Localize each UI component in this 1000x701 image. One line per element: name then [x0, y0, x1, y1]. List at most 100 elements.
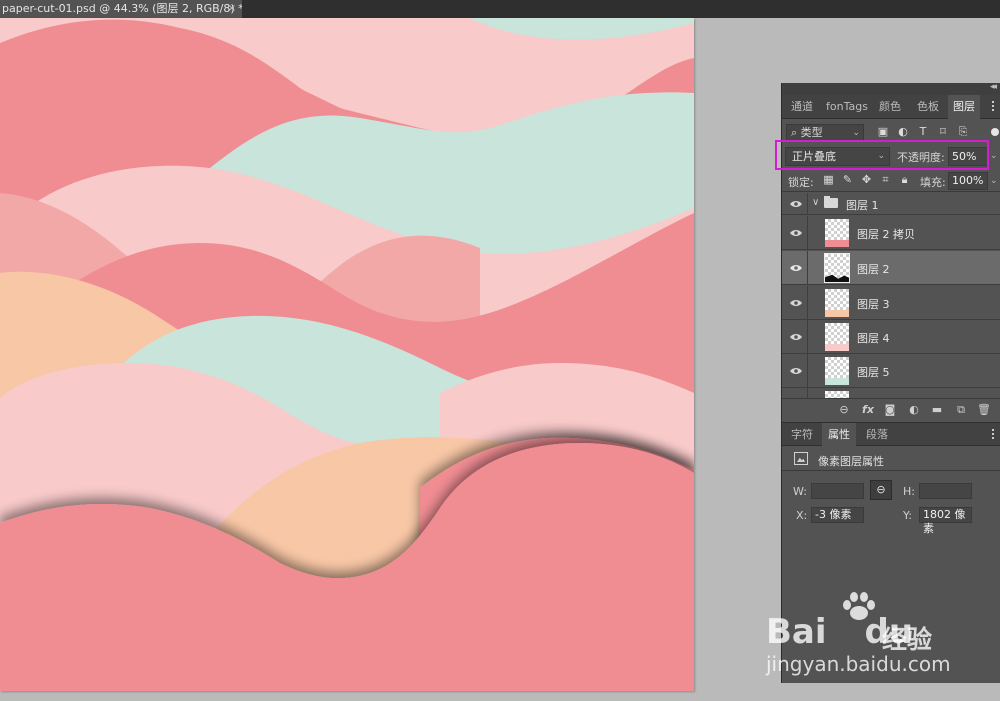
- eye-icon[interactable]: [782, 286, 808, 319]
- document-tab-title: paper-cut-01.psd @ 44.3% (图层 2, RGB/8) *: [2, 2, 242, 15]
- folder-icon[interactable]: ▬: [930, 403, 944, 416]
- tab-properties[interactable]: 属性: [822, 423, 856, 447]
- panel-menu-icon[interactable]: [989, 427, 997, 441]
- panel-top-strip: ◂◂: [782, 82, 1000, 95]
- width-label: W:: [793, 485, 807, 498]
- layer-name: 图层 4: [857, 332, 890, 345]
- search-icon: ⌕: [791, 126, 801, 139]
- lock-position-icon[interactable]: ✥: [860, 173, 873, 187]
- type-filter-icon[interactable]: T: [916, 125, 930, 139]
- layer-row[interactable]: 图层 4: [782, 320, 1000, 354]
- fill-label: 填充:: [920, 176, 946, 189]
- properties-panel-tabs: 字符 属性 段落: [782, 422, 1000, 447]
- layer-row-partial[interactable]: [782, 388, 1000, 398]
- eye-icon[interactable]: [782, 216, 808, 249]
- tab-layers[interactable]: 图层: [948, 95, 980, 119]
- link-dimensions-icon[interactable]: ⊖: [870, 480, 892, 500]
- trash-icon[interactable]: 🗑︎: [977, 403, 991, 416]
- y-label: Y:: [903, 509, 912, 522]
- group-name: 图层 1: [846, 199, 879, 212]
- layers-panel-tabs: 通道 fonTags 颜色 色板 图层: [782, 95, 1000, 119]
- layers-list: ∨ 图层 1 图层 2 拷贝 图层 2 图层 3 图层 4 图层 5: [782, 193, 1000, 398]
- layer-row[interactable]: 图层 2 拷贝: [782, 216, 1000, 250]
- lock-transparent-icon[interactable]: ▦: [822, 173, 835, 187]
- eye-icon[interactable]: [782, 320, 808, 353]
- width-field[interactable]: [811, 483, 864, 499]
- layer-thumbnail: [824, 253, 850, 283]
- lock-icons: ▦ ✎ ✥ ⌗ 🔒︎: [822, 173, 917, 187]
- lock-paint-icon[interactable]: ✎: [841, 173, 854, 187]
- tab-character[interactable]: 字符: [786, 423, 818, 447]
- adjustment-icon[interactable]: ◐: [907, 403, 921, 416]
- layer-name: 图层 2: [857, 263, 890, 276]
- layer-name: 图层 5: [857, 366, 890, 379]
- layer-row-selected[interactable]: 图层 2: [782, 251, 1000, 285]
- layer-row[interactable]: 图层 3: [782, 286, 1000, 320]
- fill-input[interactable]: 100%: [948, 172, 988, 190]
- filter-icons: ▣ ◐ T ⌑ ⎘: [876, 125, 976, 139]
- tab-paragraph[interactable]: 段落: [860, 423, 894, 447]
- tab-swatches[interactable]: 色板: [910, 95, 946, 119]
- eye-icon[interactable]: [782, 354, 808, 387]
- height-field[interactable]: [919, 483, 972, 499]
- link-icon[interactable]: ⊖: [837, 403, 851, 416]
- lock-label: 锁定:: [788, 176, 814, 189]
- layer-thumbnail: [825, 219, 849, 247]
- opacity-input[interactable]: 50%: [948, 147, 988, 166]
- height-label: H:: [903, 485, 915, 498]
- blend-mode-value: 正片叠底: [792, 150, 836, 163]
- layer-thumbnail: [825, 323, 849, 351]
- smart-object-filter-icon[interactable]: ⎘: [956, 125, 970, 139]
- fill-dropdown-icon[interactable]: ⌄: [990, 172, 998, 190]
- filter-kind-select[interactable]: ⌕ 类型 ⌄: [786, 124, 864, 142]
- lock-artboard-icon[interactable]: ⌗: [879, 173, 892, 187]
- y-field[interactable]: 1802 像素: [919, 507, 972, 535]
- layer-thumbnail: [825, 289, 849, 317]
- eye-icon[interactable]: [782, 193, 808, 214]
- adjustment-filter-icon[interactable]: ◐: [896, 125, 910, 139]
- opacity-label: 不透明度:: [897, 151, 945, 164]
- eye-icon[interactable]: [782, 388, 808, 398]
- chevron-down-icon[interactable]: ∨: [812, 197, 819, 208]
- blend-mode-select[interactable]: 正片叠底 ⌄: [785, 147, 890, 166]
- document-tab-bar: paper-cut-01.psd @ 44.3% (图层 2, RGB/8) *…: [0, 0, 1000, 18]
- opacity-dropdown-icon[interactable]: ⌄: [990, 147, 1000, 166]
- shape-filter-icon[interactable]: ⌑: [936, 125, 950, 139]
- lock-row: 锁定: ▦ ✎ ✥ ⌗ 🔒︎ 填充: 100% ⌄: [782, 170, 1000, 192]
- panel-menu-icon[interactable]: [989, 99, 997, 113]
- folder-icon: [824, 196, 838, 208]
- close-tab-icon[interactable]: ×: [228, 0, 236, 18]
- properties-header-label: 像素图层属性: [818, 455, 884, 468]
- mask-icon[interactable]: ◙: [883, 403, 897, 416]
- collapse-panel-icon[interactable]: ◂◂: [990, 82, 997, 92]
- layers-footer: ⊖ fx ◙ ◐ ▬ ⧉ 🗑︎: [782, 398, 1000, 420]
- layers-panel: ◂◂ 通道 fonTags 颜色 色板 图层 ⌕ 类型 ⌄ ▣ ◐ T ⌑ ⎘ 正片叠底…: [781, 82, 1000, 683]
- paper-cut-waves: [0, 18, 694, 691]
- layer-name: 图层 2 拷贝: [857, 228, 915, 241]
- layer-group-row[interactable]: ∨ 图层 1: [782, 193, 1000, 215]
- new-layer-icon[interactable]: ⧉: [954, 403, 968, 417]
- properties-header: 像素图层属性: [782, 447, 1000, 471]
- x-field[interactable]: -3 像素: [811, 507, 864, 523]
- layer-filter-row: ⌕ 类型 ⌄ ▣ ◐ T ⌑ ⎘: [782, 122, 1000, 144]
- layer-thumbnail: [825, 391, 849, 398]
- tab-color[interactable]: 颜色: [874, 95, 906, 119]
- tab-channels[interactable]: 通道: [786, 95, 818, 119]
- chevron-down-icon: ⌄: [877, 151, 885, 161]
- chevron-down-icon: ⌄: [852, 128, 860, 138]
- image-filter-icon[interactable]: ▣: [876, 125, 890, 139]
- fx-icon[interactable]: fx: [861, 403, 875, 416]
- canvas-artwork[interactable]: [0, 18, 694, 691]
- layer-name: 图层 3: [857, 298, 890, 311]
- filter-toggle-icon[interactable]: [991, 128, 999, 136]
- eye-icon[interactable]: [782, 251, 808, 284]
- tab-fontags[interactable]: fonTags: [822, 95, 872, 119]
- blend-row: 正片叠底 ⌄ 不透明度: 50% ⌄: [782, 144, 1000, 170]
- filter-kind-label: 类型: [800, 126, 823, 139]
- layer-thumbnail: [825, 357, 849, 385]
- layer-row[interactable]: 图层 5: [782, 354, 1000, 388]
- document-tab[interactable]: paper-cut-01.psd @ 44.3% (图层 2, RGB/8) *…: [0, 0, 242, 18]
- pixel-layer-icon: [794, 452, 808, 465]
- x-label: X:: [796, 509, 808, 522]
- lock-all-icon[interactable]: 🔒︎: [898, 173, 911, 187]
